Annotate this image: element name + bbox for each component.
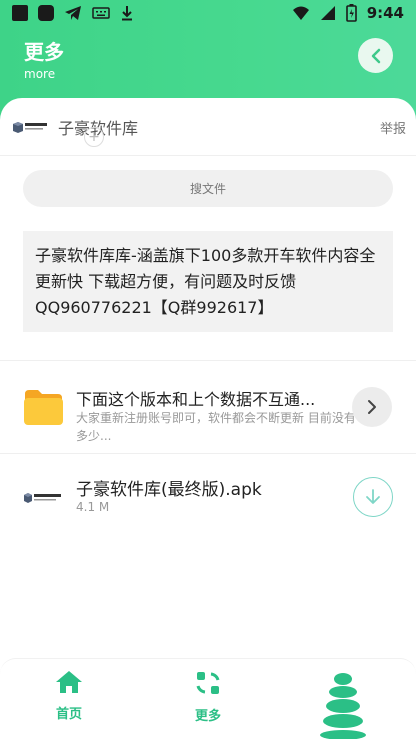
tab-more[interactable]: 更多: [168, 669, 248, 724]
apk-logo-icon: [24, 493, 61, 503]
notification-app-icon: [38, 5, 54, 21]
more-apps-icon: [196, 672, 220, 694]
status-time: 9:44: [366, 4, 404, 22]
chevron-right-icon: [368, 400, 376, 414]
download-status-icon: [122, 6, 132, 21]
item-title: 下面这个版本和上个数据不互通...: [76, 390, 316, 409]
home-icon: [56, 671, 82, 693]
tab-home-label: 首页: [55, 707, 82, 722]
file-row[interactable]: 子豪软件库(最终版).apk 4.1 M: [0, 453, 416, 543]
item-description: 大家重新注册账号即可，软件都会不断更新 目前没有多少...: [76, 411, 356, 443]
wifi-icon: [292, 6, 309, 20]
divider: [0, 360, 416, 361]
telegram-icon: [65, 6, 81, 20]
follow-plus-icon[interactable]: +: [84, 127, 104, 147]
search-files-label: 搜文件: [189, 182, 226, 196]
download-icon: [366, 489, 380, 504]
page-subtitle: more: [24, 67, 56, 81]
chevron-left-icon: [371, 48, 380, 63]
content-card: 子豪软件库 + 举报 搜文件 子豪软件库库-涵盖旗下100多款开车软件内容全 更…: [0, 98, 416, 658]
file-size: 4.1 M: [76, 500, 110, 514]
page-title: 更多: [24, 40, 64, 64]
status-bar: 9:44: [0, 0, 416, 28]
list-item[interactable]: 下面这个版本和上个数据不互通... 大家重新注册账号即可，软件都会不断更新 目前…: [0, 373, 416, 453]
keyboard-icon: [92, 7, 110, 19]
battery-icon: [345, 4, 357, 22]
tab-more-label: 更多: [194, 709, 221, 724]
notification-square-icon: [12, 5, 28, 21]
file-name: 子豪软件库(最终版).apk: [76, 480, 262, 500]
search-files-button[interactable]: 搜文件: [23, 170, 393, 207]
stacked-stones-icon: [320, 673, 366, 739]
report-link[interactable]: 举报: [380, 118, 406, 137]
download-button[interactable]: [353, 477, 393, 517]
library-logo-icon: [13, 122, 47, 133]
library-header: 子豪软件库 + 举报: [0, 98, 416, 156]
folder-icon: [24, 390, 63, 425]
bottom-tab-bar: 首页 更多: [0, 658, 416, 739]
signal-icon: [320, 6, 335, 20]
library-notice: 子豪软件库库-涵盖旗下100多款开车软件内容全 更新快 下载超方便，有问题及时反…: [23, 231, 393, 332]
back-button[interactable]: [358, 38, 393, 73]
open-item-button[interactable]: [352, 387, 392, 427]
tab-home[interactable]: 首页: [29, 669, 109, 722]
